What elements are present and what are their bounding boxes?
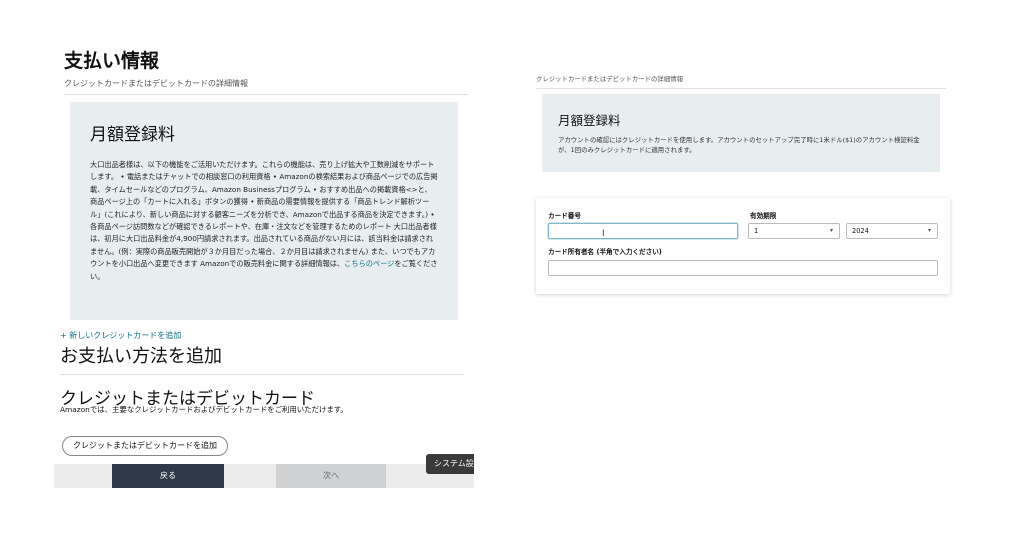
fee-details-link[interactable]: こちらのページ: [344, 259, 394, 268]
chevron-down-icon: ▾: [829, 227, 833, 234]
expiry-year-select[interactable]: 2024 ▾: [846, 223, 938, 239]
page-title: 支払い情報: [64, 50, 160, 72]
card-holder-input[interactable]: [548, 260, 938, 276]
expiry-label: 有効期限: [750, 212, 777, 220]
monthly-fee-box: 月額登録料 アカウントの確認にはクレジットカードを使用します。アカウントのセット…: [542, 94, 940, 172]
back-button[interactable]: 戻る: [112, 464, 224, 488]
add-credit-card-button[interactable]: クレジットまたはデビットカードを追加: [62, 436, 228, 456]
next-button[interactable]: 次へ: [276, 464, 386, 488]
card-details-panel: クレジットカードまたはデビットカードの詳細情報 月額登録料 アカウントの確認には…: [532, 68, 956, 300]
add-new-card-link[interactable]: + 新しいクレジットカードを追加: [60, 330, 181, 341]
expiry-month-value: 1: [754, 227, 759, 235]
card-form: カード番号 I 有効期限 1 ▾ 2024 ▾ カード所有者名 (半角で入力くだ…: [536, 198, 950, 294]
card-holder-label: カード所有者名 (半角で入力ください): [548, 248, 662, 256]
monthly-fee-box: 月額登録料 大口出品者様は、以下の機能をご活用いただけます。これらの機能は、売り…: [70, 102, 458, 320]
divider: [60, 374, 464, 375]
card-number-input[interactable]: [548, 223, 738, 239]
divider: [536, 88, 946, 89]
section-subtitle: クレジットカードまたはデビットカードの詳細情報: [536, 75, 683, 83]
credit-card-description: Amazonでは、主要なクレジットカードおよびデビットカードをご利用いただけます…: [60, 405, 348, 414]
fee-body: 大口出品者様は、以下の機能をご活用いただけます。これらの機能は、売り上げ拡大や工…: [90, 159, 438, 283]
section-subtitle: クレジットカードまたはデビットカードの詳細情報: [64, 79, 248, 88]
add-payment-title: お支払い方法を追加: [60, 346, 222, 367]
system-settings-tooltip: システム設: [426, 454, 474, 474]
fee-body: アカウントの確認にはクレジットカードを使用します。アカウントのセットアップ完了時…: [558, 136, 920, 154]
fee-body-text: 大口出品者様は、以下の機能をご活用いただけます。これらの機能は、売り上げ拡大や工…: [90, 160, 438, 269]
text-cursor-icon: I: [602, 229, 605, 239]
expiry-year-value: 2024: [852, 227, 869, 235]
divider: [64, 94, 468, 95]
fee-title: 月額登録料: [558, 113, 621, 128]
expiry-month-select[interactable]: 1 ▾: [748, 223, 840, 239]
card-number-label: カード番号: [548, 212, 581, 220]
chevron-down-icon: ▾: [927, 227, 931, 234]
bottom-navigation-bar: 戻る 次へ: [54, 464, 474, 488]
fee-title: 月額登録料: [90, 125, 175, 145]
payment-info-panel: 支払い情報 クレジットカードまたはデビットカードの詳細情報 月額登録料 大口出品…: [54, 40, 474, 488]
